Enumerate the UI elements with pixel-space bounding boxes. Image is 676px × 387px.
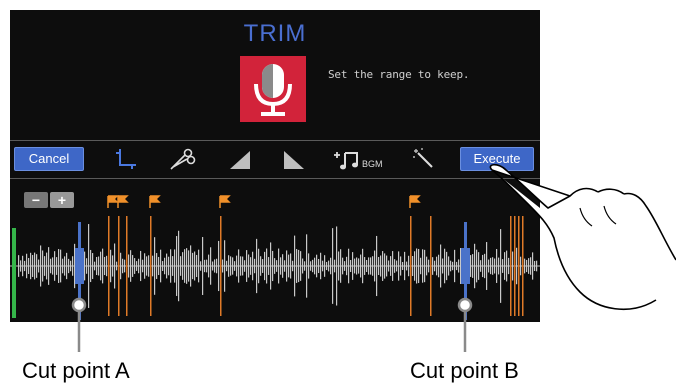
pointing-hand-icon	[489, 163, 676, 311]
cut-point-a-label: Cut point A	[22, 358, 130, 383]
cut-b-dot	[457, 297, 473, 313]
callout-overlay	[71, 163, 676, 352]
cut-point-b-label: Cut point B	[410, 358, 519, 383]
cut-a-dot	[71, 297, 87, 313]
